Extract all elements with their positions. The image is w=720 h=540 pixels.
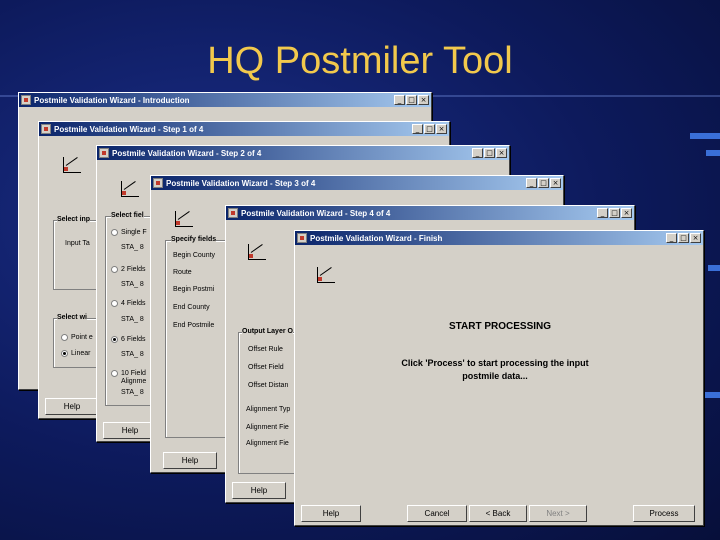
begin-postmile-label: Begin Postmi	[173, 286, 215, 293]
help-button[interactable]: Help	[103, 422, 157, 439]
single-field-radio[interactable]	[111, 229, 118, 236]
app-icon	[99, 148, 109, 158]
close-button[interactable]: ×	[690, 233, 701, 243]
titlebar[interactable]: Postmile Validation Wizard - Step 3 of 4…	[151, 176, 563, 190]
wizard-chart-icon	[175, 211, 193, 227]
ten-fields-alignment: Alignme	[121, 378, 147, 385]
titlebar[interactable]: Postmile Validation Wizard - Introductio…	[19, 93, 431, 107]
cancel-button[interactable]: Cancel	[407, 505, 467, 522]
linear-radio[interactable]	[61, 350, 68, 357]
app-icon	[153, 178, 163, 188]
close-button[interactable]: ×	[436, 124, 447, 134]
titlebar[interactable]: Postmile Validation Wizard - Finish _ □ …	[295, 231, 703, 245]
maximize-button[interactable]: □	[424, 124, 435, 134]
ten-fields-radio[interactable]	[111, 370, 118, 377]
app-icon	[228, 208, 238, 218]
two-fields-sample: STA_ 8	[121, 281, 144, 288]
alignment-type-label: Alignment Typ	[246, 406, 291, 413]
minimize-button[interactable]: _	[666, 233, 677, 243]
group-label-specify: Specify fields	[171, 236, 217, 243]
help-button[interactable]: Help	[45, 398, 99, 415]
end-postmile-label: End Postmile	[173, 322, 215, 329]
slide-title: HQ Postmiler Tool	[207, 40, 513, 82]
two-fields-radio[interactable]	[111, 266, 118, 273]
close-button[interactable]: ×	[621, 208, 632, 218]
back-button[interactable]: < Back	[469, 505, 527, 522]
decorative-dash	[690, 133, 720, 139]
wizard-chart-icon	[317, 267, 335, 283]
four-fields-label: 4 Fields	[121, 300, 146, 307]
maximize-button[interactable]: □	[484, 148, 495, 158]
maximize-button[interactable]: □	[538, 178, 549, 188]
window-title: Postmile Validation Wizard - Introductio…	[34, 95, 190, 105]
minimize-button[interactable]: _	[412, 124, 423, 134]
close-button[interactable]: ×	[496, 148, 507, 158]
decorative-dash	[704, 392, 720, 398]
single-field-sample: STA_ 8	[121, 244, 144, 251]
alignment-field-label-2: Alignment Fie	[246, 440, 289, 447]
window-title: Postmile Validation Wizard - Step 2 of 4	[112, 148, 262, 158]
help-button[interactable]: Help	[232, 482, 286, 499]
window-title: Postmile Validation Wizard - Finish	[310, 233, 443, 243]
wizard-chart-icon	[121, 181, 139, 197]
titlebar[interactable]: Postmile Validation Wizard - Step 2 of 4…	[97, 146, 509, 160]
help-button[interactable]: Help	[163, 452, 217, 469]
app-icon	[297, 233, 307, 243]
wizard-window-finish[interactable]: Postmile Validation Wizard - Finish _ □ …	[294, 230, 704, 526]
point-event-label: Point e	[71, 334, 93, 341]
alignment-field-label: Alignment Fie	[246, 424, 289, 431]
close-button[interactable]: ×	[418, 95, 429, 105]
ten-fields-sample: STA_ 8	[121, 389, 144, 396]
linear-label: Linear	[71, 350, 91, 357]
wizard-chart-icon	[248, 244, 266, 260]
route-label: Route	[173, 269, 192, 276]
minimize-button[interactable]: _	[597, 208, 608, 218]
titlebar[interactable]: Postmile Validation Wizard - Step 1 of 4…	[39, 122, 449, 136]
group-label-fields: Select fiel	[111, 212, 144, 219]
next-button[interactable]: Next >	[529, 505, 587, 522]
end-county-label: End County	[173, 304, 210, 311]
input-table-label: Input Ta	[65, 240, 90, 247]
two-fields-label: 2 Fields	[121, 266, 146, 273]
app-icon	[21, 95, 31, 105]
help-button[interactable]: Help	[301, 505, 361, 522]
decorative-dash	[706, 150, 720, 156]
begin-county-label: Begin County	[173, 252, 216, 259]
window-title: Postmile Validation Wizard - Step 1 of 4	[54, 124, 204, 134]
point-event-radio[interactable]	[61, 334, 68, 341]
process-message-line2: postmile data...	[462, 371, 528, 381]
maximize-button[interactable]: □	[609, 208, 620, 218]
four-fields-radio[interactable]	[111, 300, 118, 307]
wizard-chart-icon	[63, 157, 81, 173]
offset-rule-label: Offset Rule	[248, 346, 283, 353]
group-label-output: Output Layer O	[242, 328, 293, 335]
decorative-dash	[708, 265, 720, 271]
close-button[interactable]: ×	[550, 178, 561, 188]
window-title: Postmile Validation Wizard - Step 3 of 4	[166, 178, 316, 188]
six-fields-sample: STA_ 8	[121, 351, 144, 358]
offset-distance-label: Offset Distan	[248, 382, 289, 389]
maximize-button[interactable]: □	[406, 95, 417, 105]
offset-field-label: Offset Field	[248, 364, 284, 371]
process-message-line1: Click 'Process' to start processing the …	[401, 358, 589, 368]
six-fields-radio[interactable]	[111, 336, 118, 343]
window-title: Postmile Validation Wizard - Step 4 of 4	[241, 208, 391, 218]
process-button[interactable]: Process	[633, 505, 695, 522]
minimize-button[interactable]: _	[472, 148, 483, 158]
group-label-select: Select wi	[57, 314, 87, 321]
six-fields-label: 6 Fields	[121, 336, 146, 343]
minimize-button[interactable]: _	[526, 178, 537, 188]
maximize-button[interactable]: □	[678, 233, 689, 243]
app-icon	[41, 124, 51, 134]
titlebar[interactable]: Postmile Validation Wizard - Step 4 of 4…	[226, 206, 634, 220]
output-layer-group	[238, 332, 298, 474]
minimize-button[interactable]: _	[394, 95, 405, 105]
four-fields-sample: STA_ 8	[121, 316, 144, 323]
single-field-label: Single F	[121, 229, 147, 236]
group-label-input: Select inp	[57, 216, 91, 223]
ten-fields-label: 10 Field	[121, 370, 146, 377]
start-processing-heading: START PROCESSING	[448, 321, 552, 332]
